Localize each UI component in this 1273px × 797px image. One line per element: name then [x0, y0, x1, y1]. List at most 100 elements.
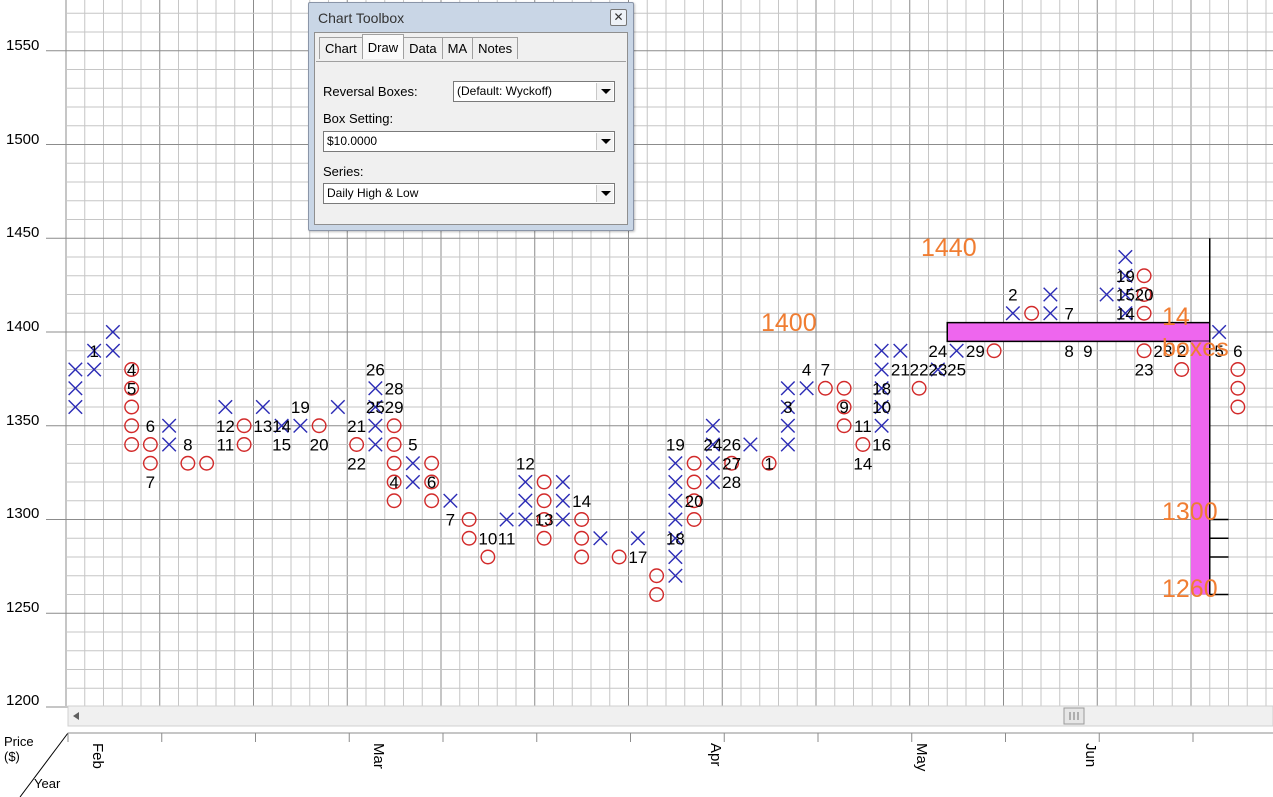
series-select[interactable]: Daily High & Low	[323, 183, 615, 204]
tab-draw[interactable]: Draw	[361, 34, 405, 59]
date-label: 2	[1008, 286, 1017, 305]
date-label: 17	[628, 548, 647, 567]
chart-toolbox-window[interactable]: Chart Toolbox ✕ Chart Draw Data MA Notes…	[308, 2, 634, 231]
date-label: 28	[385, 379, 404, 398]
date-label: 11	[217, 436, 235, 455]
date-label: 23	[928, 361, 947, 380]
date-label: 16	[872, 436, 891, 455]
annotation-1300: 1300	[1162, 498, 1218, 526]
date-label: 8	[183, 436, 192, 455]
date-label: 21	[347, 417, 366, 436]
date-label: 8	[1064, 342, 1073, 361]
x-month-label: Apr	[707, 743, 724, 766]
reversal-boxes-label: Reversal Boxes:	[323, 84, 418, 99]
date-label: 14	[572, 492, 591, 511]
toolbox-title: Chart Toolbox	[318, 10, 405, 26]
tab-ma[interactable]: MA	[441, 37, 474, 59]
x-month-label: Feb	[89, 743, 106, 769]
date-label: 7	[146, 473, 155, 492]
pnf-chart: 1550 1500 1450 1400 1350 1300 1250 1200 …	[0, 0, 1273, 797]
date-label: 9	[1083, 342, 1092, 361]
date-label: 24	[703, 436, 722, 455]
date-label: 10	[478, 529, 497, 548]
box-setting-label: Box Setting:	[323, 111, 394, 126]
date-label: 29	[385, 398, 404, 417]
tab-divider	[316, 61, 626, 62]
date-label: 14	[272, 417, 291, 436]
date-label: 20	[1135, 286, 1154, 305]
date-label: 28	[722, 473, 741, 492]
date-label: 5	[408, 436, 417, 455]
reversal-boxes-select[interactable]: (Default: Wyckoff)	[453, 81, 615, 102]
y-tick-label: 1200	[6, 692, 39, 709]
toolbox-panel: Chart Draw Data MA Notes Reversal Boxes:…	[314, 32, 628, 225]
y-tick-label: 1450	[6, 224, 39, 241]
date-label: 13	[253, 417, 272, 436]
date-label: 13	[535, 511, 554, 530]
date-label: 19	[291, 398, 310, 417]
date-label: 15	[1116, 286, 1135, 305]
date-label: 1	[89, 342, 98, 361]
date-label: 12	[516, 454, 535, 473]
y-tick-label: 1550	[6, 37, 39, 54]
annotation-14: 14	[1162, 303, 1190, 331]
date-label: 26	[366, 361, 385, 380]
tab-data[interactable]: Data	[403, 37, 443, 59]
x-axis: Feb Mar Apr May Jun Price ($) Year	[0, 727, 1273, 797]
date-label: 10	[872, 398, 891, 417]
date-label: 19	[1116, 267, 1135, 286]
date-label: 7	[1064, 304, 1073, 323]
close-icon[interactable]: ✕	[610, 9, 627, 26]
date-label: 22	[910, 361, 929, 380]
date-label: 23	[1135, 361, 1154, 380]
date-label: 24	[928, 342, 947, 361]
date-label: 18	[872, 379, 891, 398]
date-label: 5	[127, 379, 136, 398]
date-label: 4	[802, 361, 811, 380]
date-label: 20	[685, 492, 704, 511]
chevron-down-icon[interactable]	[596, 133, 613, 150]
x-month-label: Jun	[1082, 743, 1099, 767]
date-label: 29	[966, 342, 985, 361]
date-label: 4	[127, 361, 136, 380]
x-month-label: Mar	[370, 743, 387, 769]
chevron-down-icon[interactable]	[596, 185, 613, 202]
y-tick-label: 1250	[6, 599, 39, 616]
date-label: 19	[666, 436, 685, 455]
projection-overlay	[946, 238, 1229, 596]
corner-unit-label: ($)	[4, 749, 20, 764]
box-setting-select[interactable]: $10.0000	[323, 131, 615, 152]
series-label: Series:	[323, 164, 364, 179]
y-axis: 1550 1500 1450 1400 1350 1300 1250 1200	[6, 37, 39, 709]
date-label: 11	[498, 529, 516, 548]
reversal-boxes-value: (Default: Wyckoff)	[457, 84, 553, 98]
date-label: 27	[722, 454, 741, 473]
corner-year-label: Year	[34, 776, 61, 791]
date-label: 7	[446, 511, 455, 530]
date-label: 6	[1233, 342, 1242, 361]
date-label: 18	[666, 529, 685, 548]
horizontal-scrollbar[interactable]	[67, 705, 1273, 727]
tab-chart[interactable]: Chart	[319, 37, 363, 59]
date-label: 20	[310, 436, 329, 455]
chevron-down-icon[interactable]	[596, 83, 613, 100]
date-label: 6	[427, 473, 436, 492]
date-label: 25	[366, 398, 385, 417]
y-tick-label: 1350	[6, 412, 39, 429]
date-label: 21	[891, 361, 910, 380]
series-value: Daily High & Low	[327, 186, 419, 200]
date-label: 6	[146, 417, 155, 436]
annotation-boxes: boxes	[1162, 334, 1229, 362]
date-label: 1	[764, 454, 773, 473]
date-label: 12	[216, 417, 235, 436]
y-tick-label: 1400	[6, 318, 39, 335]
corner-price-label: Price	[4, 734, 34, 749]
date-label: 25	[947, 361, 966, 380]
date-label: 3	[783, 398, 792, 417]
date-label: 15	[272, 436, 291, 455]
date-label: 14	[853, 454, 872, 473]
tab-notes[interactable]: Notes	[472, 37, 519, 59]
toolbox-tabs: Chart Draw Data MA Notes	[319, 34, 519, 61]
date-label: 9	[839, 398, 848, 417]
date-label: 7	[821, 361, 830, 380]
